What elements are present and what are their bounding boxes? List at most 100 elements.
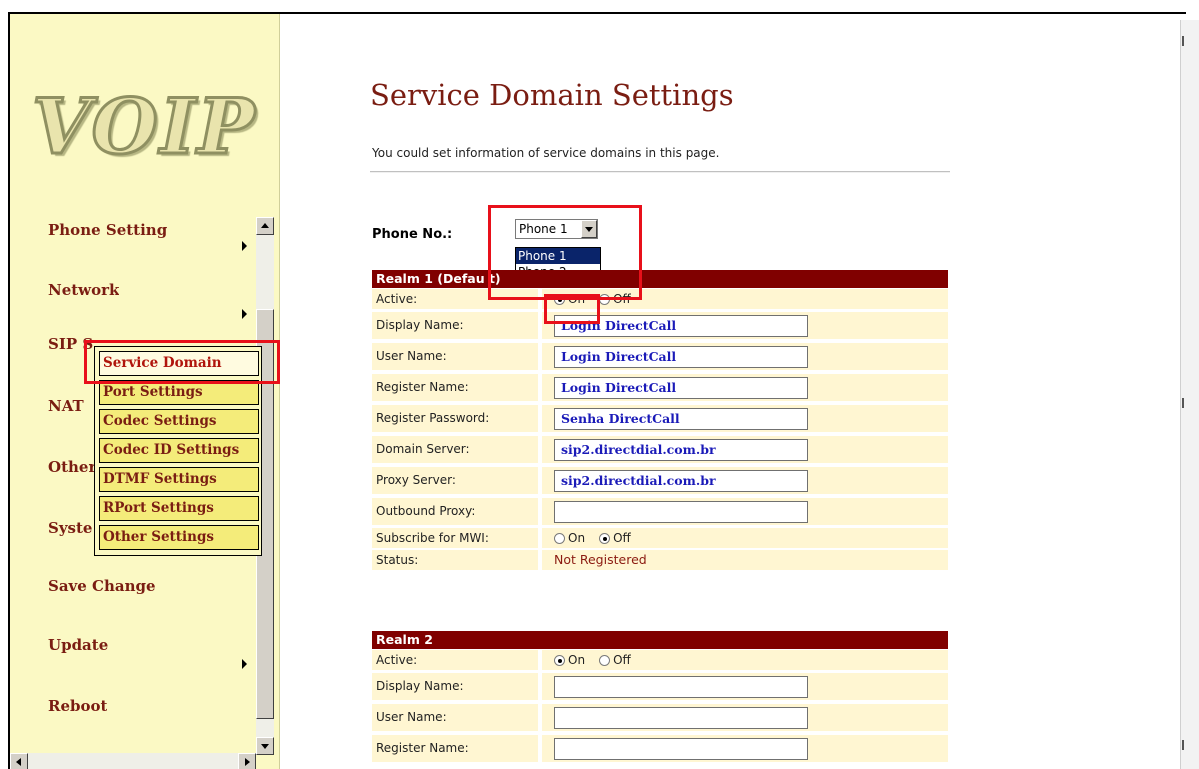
nav-update[interactable]: Update — [48, 636, 108, 654]
realm1-register-name-input[interactable]: Login DirectCall — [554, 376, 808, 399]
nav-nat[interactable]: NAT — [48, 397, 94, 415]
realm2-user-name-row: User Name: — [372, 702, 948, 733]
realm1-register-password-label: Register Password: — [372, 405, 538, 432]
left-nav-frame: VOIP Phone Setting Network SIP S NAT Oth… — [10, 14, 280, 769]
realm1-register-password-cell: Senha DirectCall — [542, 405, 948, 432]
realm2-display-name-label: Display Name: — [372, 673, 538, 700]
page-title: Service Domain Settings — [370, 78, 734, 112]
realm2-display-name-input[interactable] — [554, 675, 808, 698]
nav-network[interactable]: Network — [48, 281, 119, 299]
realm1-register-name-cell: Login DirectCall — [542, 374, 948, 401]
realm2-user-name-input[interactable] — [554, 706, 808, 729]
phone-setting-arrow-icon — [242, 241, 247, 251]
realm1-active-off-label: Off — [613, 292, 631, 306]
scroll-down-icon[interactable] — [256, 737, 274, 755]
realm2-active-label: Active: — [372, 650, 538, 670]
realm1-outbound-proxy-row: Outbound Proxy: — [372, 496, 948, 527]
submenu-codec-id-settings[interactable]: Codec ID Settings — [99, 438, 259, 463]
realm1-active-value: On Off — [542, 289, 948, 309]
realm1-active-on-label: On — [568, 292, 586, 306]
realm1-outbound-proxy-label: Outbound Proxy: — [372, 498, 538, 525]
radio-off-icon[interactable] — [599, 655, 611, 666]
update-arrow-icon — [242, 659, 247, 669]
radio-off-icon[interactable] — [554, 533, 565, 544]
divider — [370, 171, 950, 173]
realm2-active-row: Active: On Off — [372, 649, 948, 671]
phone-select[interactable]: Phone 1 — [515, 219, 598, 239]
browser-frame: VOIP Phone Setting Network SIP S NAT Oth… — [8, 12, 1186, 769]
radio-off-icon[interactable] — [599, 294, 611, 305]
realm1-mwi-row: Subscribe for MWI: On Off — [372, 527, 948, 549]
realm2-register-name-label: Register Name: — [372, 735, 538, 762]
nav-other[interactable]: Other — [48, 458, 94, 476]
realm-1-section: Realm 1 (Defau t) Active: On Off Display… — [372, 270, 948, 571]
scroll-left-icon[interactable] — [10, 753, 28, 769]
realm1-user-name-cell: Login DirectCall — [542, 343, 948, 370]
nav-phone-setting[interactable]: Phone Setting — [48, 221, 167, 239]
realm1-proxy-server-row: Proxy Server: sip2.directdial.com.br — [372, 465, 948, 496]
realm2-active-on-label: On — [568, 653, 586, 667]
submenu-dtmf-settings[interactable]: DTMF Settings — [99, 467, 259, 492]
realm1-domain-server-label: Domain Server: — [372, 436, 538, 463]
nav-sip-settings[interactable]: SIP S — [48, 335, 94, 353]
radio-on-icon[interactable] — [554, 294, 565, 305]
realm2-register-name-cell — [542, 735, 948, 762]
nav-save-change[interactable]: Save Change — [48, 577, 156, 595]
realm1-user-name-label: User Name: — [372, 343, 538, 370]
realm1-outbound-proxy-input[interactable] — [554, 500, 808, 523]
realm2-register-name-input[interactable] — [554, 737, 808, 760]
chevron-down-icon[interactable] — [581, 220, 597, 238]
realm1-register-name-row: Register Name: Login DirectCall — [372, 372, 948, 403]
phone-option-1[interactable]: Phone 1 — [516, 248, 600, 264]
realm1-mwi-off-option[interactable]: Off — [599, 528, 631, 548]
realm1-mwi-on-option[interactable]: On — [554, 528, 585, 548]
realm1-domain-server-row: Domain Server: sip2.directdial.com.br — [372, 434, 948, 465]
scroll-up-icon[interactable] — [1182, 36, 1184, 46]
realm2-active-on-option[interactable]: On — [554, 650, 585, 670]
realm1-mwi-value: On Off — [542, 528, 948, 548]
phone-no-label: Phone No.: — [372, 227, 453, 242]
submenu-codec-settings[interactable]: Codec Settings — [99, 409, 259, 434]
realm1-status-label: Status: — [372, 550, 538, 570]
realm1-user-name-input[interactable]: Login DirectCall — [554, 345, 808, 368]
submenu-other-settings[interactable]: Other Settings — [99, 525, 259, 550]
realm1-active-on-option[interactable]: On — [554, 289, 585, 309]
page-description: You could set information of service dom… — [372, 146, 720, 160]
realm1-active-label: Active: — [372, 289, 538, 309]
scroll-up-icon[interactable] — [256, 217, 274, 235]
realm1-active-off-option[interactable]: Off — [599, 289, 631, 309]
page-vertical-scrollbar[interactable] — [1180, 20, 1199, 769]
realm1-display-name-input[interactable]: Login DirectCall — [554, 314, 808, 337]
realm1-display-name-label: Display Name: — [372, 312, 538, 339]
scroll-down-icon[interactable] — [1182, 740, 1184, 750]
network-arrow-icon — [242, 309, 247, 319]
realm1-domain-server-input[interactable]: sip2.directdial.com.br — [554, 438, 808, 461]
nav-reboot[interactable]: Reboot — [48, 697, 107, 715]
radio-on-icon[interactable] — [554, 655, 565, 666]
submenu-rport-settings[interactable]: RPort Settings — [99, 496, 259, 521]
realm2-user-name-cell — [542, 704, 948, 731]
realm1-outbound-proxy-cell — [542, 498, 948, 525]
realm1-display-name-cell: Login DirectCall — [542, 312, 948, 339]
scroll-thumb[interactable] — [1182, 398, 1184, 408]
realm2-register-name-row: Register Name: — [372, 733, 948, 764]
sip-settings-submenu: Service Domain Port Settings Codec Setti… — [94, 346, 262, 556]
voip-logo: VOIP — [31, 81, 257, 173]
realm2-active-off-option[interactable]: Off — [599, 650, 631, 670]
submenu-port-settings[interactable]: Port Settings — [99, 380, 259, 405]
realm-2-header: Realm 2 — [372, 631, 948, 649]
realm1-register-password-input[interactable]: Senha DirectCall — [554, 407, 808, 430]
realm1-status-value: Not Registered — [554, 552, 647, 567]
nav-system[interactable]: Syste — [48, 519, 94, 537]
radio-on-icon[interactable] — [599, 533, 611, 544]
realm1-proxy-server-label: Proxy Server: — [372, 467, 538, 494]
realm2-user-name-label: User Name: — [372, 704, 538, 731]
nav-horizontal-scrollbar[interactable] — [10, 753, 256, 769]
realm2-active-off-label: Off — [613, 653, 631, 667]
realm1-domain-server-cell: sip2.directdial.com.br — [542, 436, 948, 463]
submenu-service-domain[interactable]: Service Domain — [99, 351, 259, 376]
realm1-proxy-server-cell: sip2.directdial.com.br — [542, 467, 948, 494]
phone-select-value: Phone 1 — [519, 222, 568, 236]
realm1-proxy-server-input[interactable]: sip2.directdial.com.br — [554, 469, 808, 492]
scroll-right-icon[interactable] — [238, 753, 256, 769]
